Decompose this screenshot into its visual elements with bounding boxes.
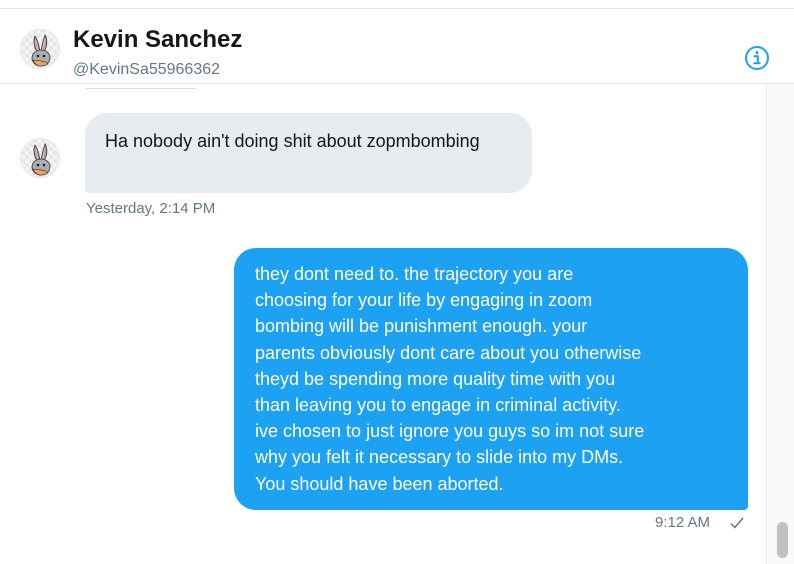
bunny-avatar-icon (31, 34, 51, 67)
contact-handle: @KevinSa55966362 (73, 61, 221, 78)
info-circle-icon[interactable] (743, 44, 771, 72)
conversation-header: Kevin Sanchez @KevinSa55966362 (0, 9, 794, 84)
outgoing-message-timestamp: 9:12 AM (655, 514, 711, 531)
outgoing-message-bubble[interactable]: they dont need to. the trajectory you ar… (234, 248, 748, 510)
incoming-message-timestamp: Yesterday, 2:14 PM (86, 200, 216, 217)
contact-avatar[interactable] (20, 29, 60, 69)
scrollbar-track[interactable] (766, 84, 794, 564)
message-sender-avatar[interactable] (20, 138, 60, 178)
incoming-message-bubble[interactable]: Ha nobody ain't doing shit about zopmbom… (85, 113, 532, 193)
previous-message-edge (86, 84, 196, 89)
contact-name[interactable]: Kevin Sanchez (73, 26, 242, 54)
bunny-avatar-icon (31, 143, 51, 176)
checkmark-icon (730, 517, 744, 529)
scrollbar-thumb[interactable] (777, 522, 788, 558)
message-thread[interactable]: Ha nobody ain't doing shit about zopmbom… (0, 84, 766, 564)
